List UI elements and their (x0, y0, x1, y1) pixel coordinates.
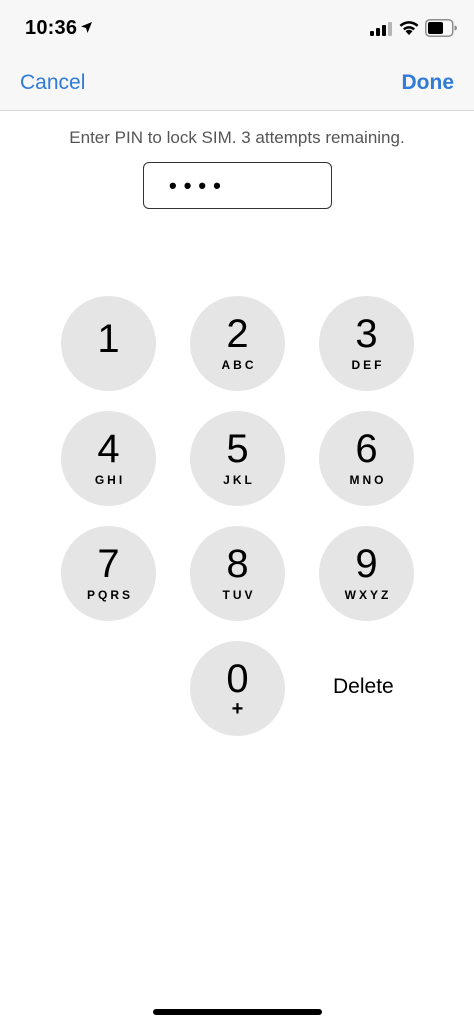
key-digit: 7 (97, 542, 120, 586)
key-letters: TUV (222, 588, 256, 602)
key-digit: 4 (97, 427, 120, 471)
keypad-key-7[interactable]: 7 PQRS (61, 526, 156, 621)
key-digit: 6 (355, 427, 378, 471)
pin-input-field[interactable]: •••• (143, 162, 332, 209)
key-digit: 9 (355, 542, 378, 586)
navigation-bar: Cancel Done (0, 56, 474, 111)
key-digit: 8 (226, 542, 249, 586)
delete-button[interactable]: Delete (333, 675, 394, 699)
done-button[interactable]: Done (402, 71, 455, 95)
key-digit: 5 (226, 427, 249, 471)
key-letters: ABC (221, 358, 257, 372)
keypad-key-1[interactable]: 1 (61, 296, 156, 391)
cellular-signal-icon (370, 22, 392, 36)
cancel-button[interactable]: Cancel (20, 71, 85, 95)
key-digit: 2 (226, 312, 249, 356)
sim-pin-screen: 10:36 Cancel Done Enter PIN to lock SIM.… (0, 0, 474, 1026)
wifi-icon (399, 21, 419, 35)
key-letters: MNO (349, 473, 387, 487)
keypad-key-3[interactable]: 3 DEF (319, 296, 414, 391)
pin-dots: •••• (169, 172, 228, 198)
keypad-key-5[interactable]: 5 JKL (190, 411, 285, 506)
pin-prompt: Enter PIN to lock SIM. 3 attempts remain… (69, 128, 405, 147)
keypad-key-6[interactable]: 6 MNO (319, 411, 414, 506)
home-indicator[interactable] (153, 1009, 322, 1015)
battery-icon (425, 19, 457, 37)
key-digit: 1 (97, 317, 120, 361)
status-time: 10:36 (25, 17, 78, 39)
keypad-key-2[interactable]: 2 ABC (190, 296, 285, 391)
status-bar: 10:36 (0, 0, 474, 56)
key-digit: 0 (226, 657, 249, 701)
key-digit: 3 (355, 312, 378, 356)
location-arrow-icon (81, 22, 92, 33)
keypad-key-4[interactable]: 4 GHI (61, 411, 156, 506)
key-letters: PQRS (86, 588, 133, 602)
key-letters: WXYZ (344, 588, 392, 602)
key-letters: DEF (351, 358, 385, 372)
key-letters: JKL (223, 473, 255, 487)
key-letters: + (231, 698, 244, 720)
key-letters: GHI (94, 473, 126, 487)
keypad-key-9[interactable]: 9 WXYZ (319, 526, 414, 621)
keypad-key-8[interactable]: 8 TUV (190, 526, 285, 621)
keypad-key-0[interactable]: 0 + (190, 641, 285, 736)
